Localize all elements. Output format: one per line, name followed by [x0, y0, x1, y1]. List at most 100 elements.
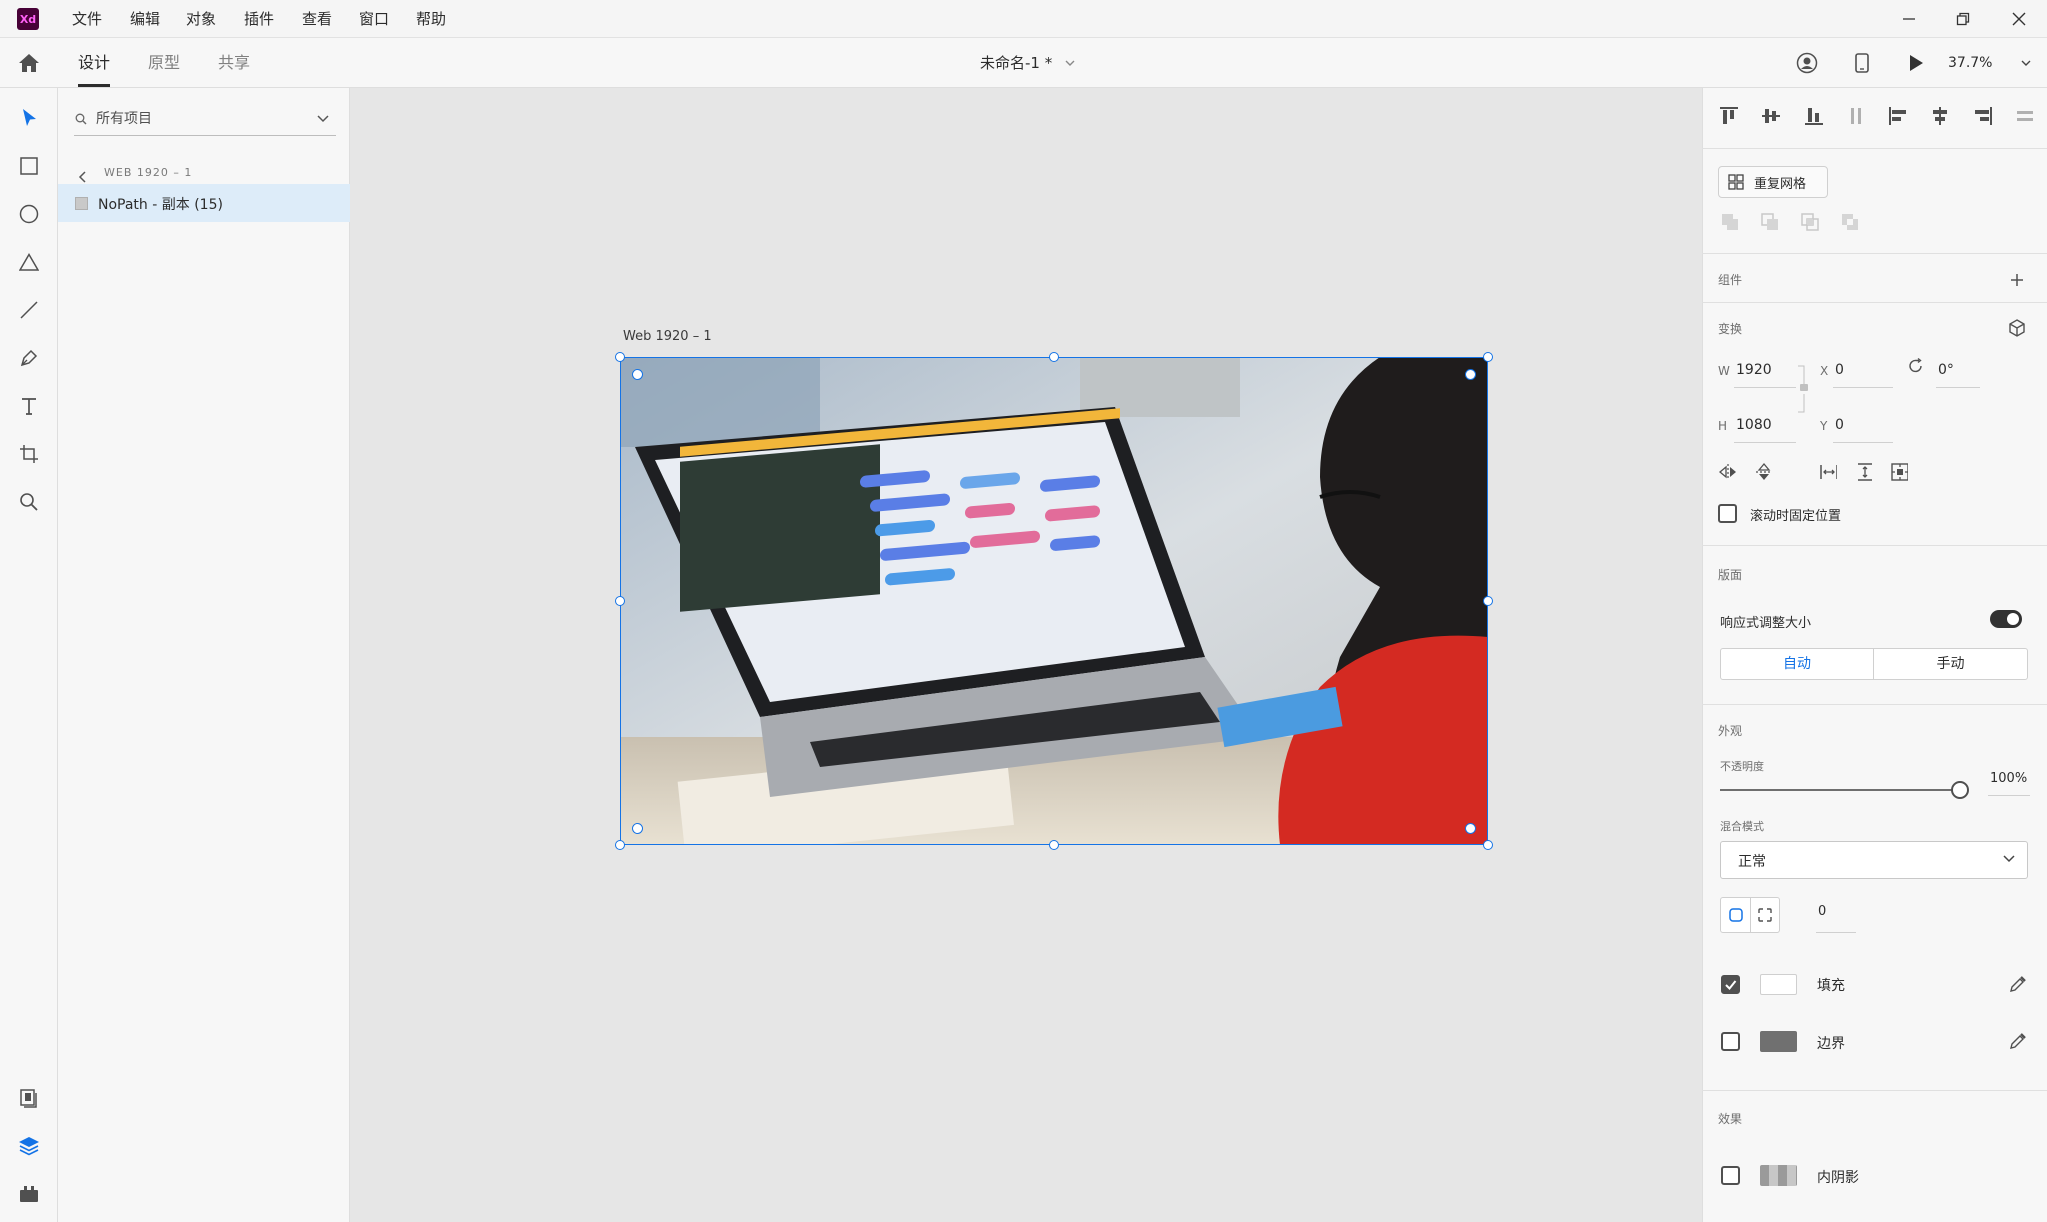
fix-position-checkbox[interactable] [1718, 504, 1737, 523]
opacity-slider-knob[interactable] [1951, 781, 1969, 799]
fill-checkbox[interactable] [1721, 975, 1740, 994]
menu-object[interactable]: 对象 [186, 0, 216, 38]
inner-shadow-checkbox[interactable] [1721, 1166, 1740, 1185]
resize-handle-t[interactable] [1049, 352, 1059, 362]
corner-radius-handle[interactable] [632, 823, 643, 834]
minimize-button[interactable] [1885, 0, 1933, 38]
active-tab-indicator [78, 84, 110, 87]
add-component-button[interactable] [2010, 272, 2026, 288]
inner-shadow-swatch-icon[interactable] [1760, 1165, 1797, 1186]
home-button[interactable] [14, 48, 44, 78]
individual-corner-icon[interactable] [1757, 907, 1773, 923]
intersect-shapes-icon[interactable] [1800, 212, 1820, 232]
responsive-position-icon[interactable] [1890, 462, 1909, 482]
align-right-icon[interactable] [1972, 105, 1994, 127]
height-input[interactable]: 1080 [1736, 417, 1772, 433]
artboard-tool[interactable] [14, 439, 44, 469]
artboard-label[interactable]: Web 1920 – 1 [623, 329, 712, 344]
close-button[interactable] [1995, 0, 2043, 38]
align-bottom-icon[interactable] [1803, 105, 1825, 127]
blend-mode-select[interactable] [1720, 841, 2028, 879]
3d-transform-icon[interactable] [2007, 318, 2027, 338]
y-input[interactable]: 0 [1835, 417, 1844, 433]
corner-radius-handle[interactable] [1465, 369, 1476, 380]
resize-auto-button[interactable]: 自动 [1721, 649, 1873, 679]
eyedropper-icon[interactable] [2008, 1031, 2028, 1051]
distribute-vertical-icon[interactable] [1845, 105, 1867, 127]
restore-button[interactable] [1939, 0, 1987, 38]
width-input[interactable]: 1920 [1736, 362, 1772, 378]
menu-plugins[interactable]: 插件 [244, 0, 274, 38]
resize-handle-bl[interactable] [615, 840, 625, 850]
ellipse-tool[interactable] [14, 199, 44, 229]
resize-handle-l[interactable] [615, 596, 625, 606]
layers-panel [58, 88, 350, 1222]
lock-aspect-icon[interactable] [1796, 364, 1810, 414]
border-checkbox[interactable] [1721, 1032, 1740, 1051]
align-left-icon[interactable] [1887, 105, 1909, 127]
distribute-horizontal-icon[interactable] [2014, 105, 2036, 127]
zoom-tool[interactable] [14, 487, 44, 517]
distribute-spacing-v-icon[interactable] [1855, 462, 1873, 482]
border-color-swatch[interactable] [1760, 1031, 1797, 1052]
grid-icon [1728, 174, 1744, 190]
responsive-resize-toggle[interactable] [1990, 610, 2022, 628]
align-center-icon[interactable] [1929, 105, 1951, 127]
menu-view[interactable]: 查看 [302, 0, 332, 38]
x-input[interactable]: 0 [1835, 362, 1844, 378]
text-tool[interactable] [14, 391, 44, 421]
menu-file[interactable]: 文件 [72, 0, 102, 38]
polygon-tool[interactable] [14, 247, 44, 277]
resize-handle-tr[interactable] [1483, 352, 1493, 362]
tab-prototype[interactable]: 原型 [148, 38, 180, 88]
device-preview-button[interactable] [1847, 48, 1877, 78]
subtract-shapes-icon[interactable] [1760, 212, 1780, 232]
tab-share[interactable]: 共享 [218, 38, 250, 88]
menu-window[interactable]: 窗口 [359, 0, 389, 38]
resize-handle-b[interactable] [1049, 840, 1059, 850]
pen-tool[interactable] [14, 343, 44, 373]
menu-help[interactable]: 帮助 [416, 0, 446, 38]
plugins-button[interactable] [14, 1179, 44, 1209]
align-middle-icon[interactable] [1760, 105, 1782, 127]
uniform-corner-icon[interactable] [1728, 907, 1744, 923]
opacity-input-underline [1988, 795, 2030, 796]
rectangle-tool[interactable] [14, 151, 44, 181]
distribute-spacing-h-icon[interactable] [1819, 462, 1837, 482]
fill-color-swatch[interactable] [1760, 974, 1797, 995]
line-icon [20, 301, 38, 319]
corner-radius-handle[interactable] [1465, 823, 1476, 834]
layers-button[interactable] [14, 1131, 44, 1161]
eyedropper-icon[interactable] [2008, 974, 2028, 994]
resize-handle-tl[interactable] [615, 352, 625, 362]
resize-handle-r[interactable] [1483, 596, 1493, 606]
layer-breadcrumb[interactable]: WEB 1920 – 1 [104, 166, 192, 179]
zoom-dropdown[interactable] [2018, 55, 2034, 71]
align-top-icon[interactable] [1718, 105, 1740, 127]
flip-vertical-icon[interactable] [1754, 462, 1772, 482]
layer-filter-dropdown[interactable] [316, 111, 332, 127]
corner-radius-input[interactable]: 0 [1818, 904, 1826, 919]
restore-icon [1956, 12, 1970, 26]
exclude-shapes-icon[interactable] [1840, 212, 1860, 232]
add-shapes-icon[interactable] [1720, 212, 1740, 232]
preview-button[interactable] [1901, 48, 1931, 78]
menu-edit[interactable]: 编辑 [130, 0, 160, 38]
line-tool[interactable] [14, 295, 44, 325]
coediting-button[interactable] [1792, 48, 1822, 78]
zoom-level[interactable]: 37.7% [1948, 38, 1992, 88]
opacity-value[interactable]: 100% [1990, 771, 2027, 786]
arrow-select-icon [23, 109, 36, 126]
app-logo: Xd [17, 8, 39, 30]
tab-design[interactable]: 设计 [78, 38, 110, 88]
resize-handle-br[interactable] [1483, 840, 1493, 850]
document-title[interactable]: 未命名-1 * [980, 38, 1075, 88]
corner-radius-handle[interactable] [632, 369, 643, 380]
resize-manual-button[interactable]: 手动 [1874, 649, 2027, 679]
select-tool[interactable] [14, 103, 44, 133]
back-button[interactable] [78, 168, 92, 183]
minimize-icon [1903, 18, 1915, 20]
rotation-input[interactable]: 0° [1938, 362, 1954, 378]
assets-button[interactable] [14, 1083, 44, 1113]
flip-horizontal-icon[interactable] [1718, 462, 1736, 482]
